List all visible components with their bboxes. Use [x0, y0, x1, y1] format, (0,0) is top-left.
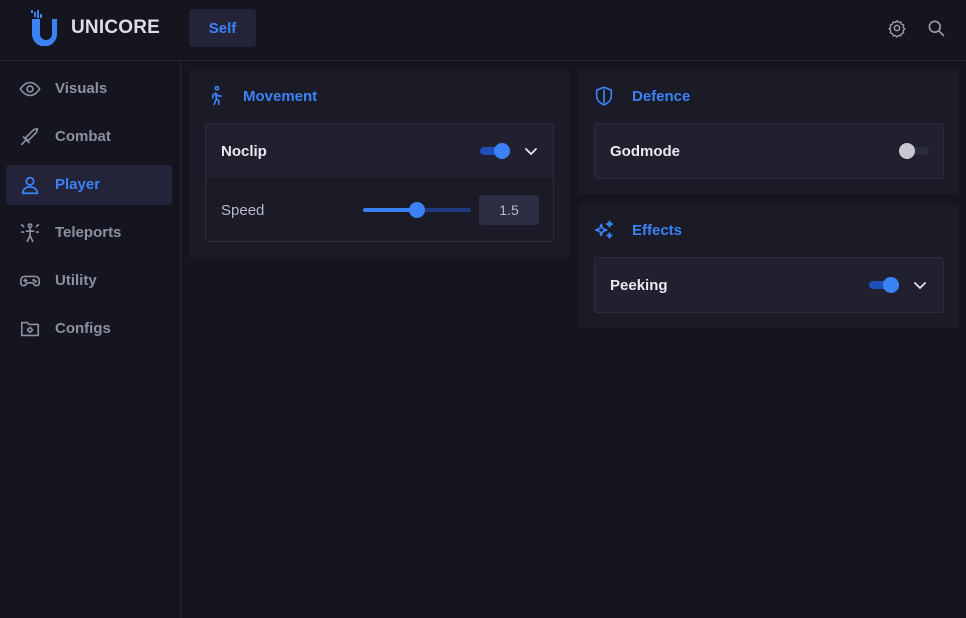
- sidebar-item-label: Utility: [55, 272, 97, 289]
- slider-handle[interactable]: [409, 202, 425, 218]
- sword-icon: [19, 126, 41, 148]
- sidebar-item-combat[interactable]: Combat: [6, 117, 172, 157]
- folder-settings-icon: [19, 318, 41, 340]
- gear-icon[interactable]: [887, 18, 907, 38]
- defence-title: Defence: [632, 88, 691, 105]
- godmode-label: Godmode: [610, 143, 680, 160]
- sidebar-item-player[interactable]: Player: [6, 165, 172, 205]
- movement-panel: Movement Noclip Speed 1.5: [189, 69, 570, 259]
- speed-slider[interactable]: [363, 202, 471, 218]
- effects-panel: Effects Peeking: [578, 203, 959, 328]
- noclip-toggle[interactable]: [480, 142, 510, 160]
- speed-row: Speed 1.5: [205, 178, 554, 242]
- gamepad-icon: [19, 270, 41, 292]
- speed-value-input[interactable]: 1.5: [479, 195, 539, 225]
- brand-name: UNICORE: [71, 17, 161, 38]
- search-icon[interactable]: [926, 18, 946, 38]
- header: UNICORE Self: [0, 0, 966, 61]
- sidebar-item-utility[interactable]: Utility: [6, 261, 172, 301]
- sidebar-item-label: Combat: [55, 128, 111, 145]
- sidebar-item-teleports[interactable]: Teleports: [6, 213, 172, 253]
- defence-panel: Defence Godmode: [578, 69, 959, 194]
- tab-self[interactable]: Self: [189, 9, 256, 47]
- walking-icon: [205, 85, 227, 107]
- chevron-down-icon[interactable]: [912, 277, 928, 293]
- noclip-label: Noclip: [221, 143, 267, 160]
- eye-icon: [19, 78, 41, 100]
- godmode-row[interactable]: Godmode: [594, 123, 944, 179]
- sidebar: Visuals Combat Player Teleports Utility …: [0, 61, 181, 618]
- sidebar-item-label: Player: [55, 176, 101, 193]
- sidebar-item-label: Teleports: [55, 224, 122, 241]
- peeking-label: Peeking: [610, 277, 668, 294]
- app-window: UNICORE Self Visuals Combat Player Telep…: [0, 0, 966, 618]
- movement-title: Movement: [243, 88, 318, 105]
- sparkles-icon: [593, 219, 615, 241]
- peeking-toggle[interactable]: [869, 276, 899, 294]
- teleport-icon: [19, 222, 41, 244]
- godmode-toggle[interactable]: [899, 142, 929, 160]
- peeking-row[interactable]: Peeking: [594, 257, 944, 313]
- sidebar-item-label: Visuals: [55, 80, 108, 97]
- speed-label: Speed: [221, 202, 265, 219]
- user-icon: [19, 174, 41, 196]
- sidebar-item-visuals[interactable]: Visuals: [6, 69, 172, 109]
- shield-icon: [593, 85, 615, 107]
- chevron-down-icon[interactable]: [523, 143, 539, 159]
- unicore-logo-icon: [31, 10, 61, 47]
- sidebar-item-label: Configs: [55, 320, 111, 337]
- effects-title: Effects: [632, 222, 683, 239]
- sidebar-item-configs[interactable]: Configs: [6, 309, 172, 349]
- noclip-row[interactable]: Noclip: [205, 123, 554, 179]
